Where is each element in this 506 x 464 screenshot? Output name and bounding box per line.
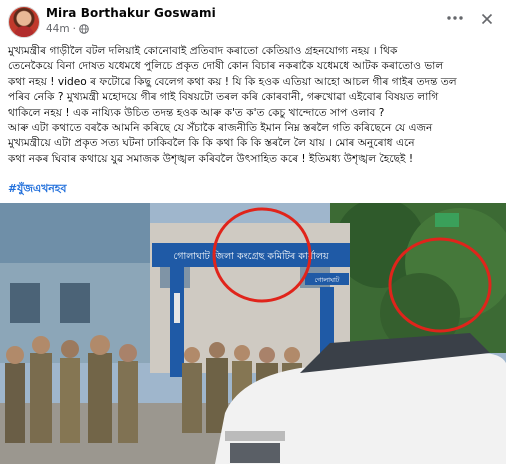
more-horizontal-icon: [447, 16, 463, 20]
post-text: মুখ্যমন্ত্ৰীৰ গাড়ীলৈ বটল দলিয়াই কোনোবা…: [8, 44, 500, 167]
meta-separator: ·: [72, 23, 76, 35]
small-sign-text: গোলাঘাট: [315, 275, 340, 284]
globe-icon: [79, 24, 89, 34]
close-icon: [481, 13, 493, 25]
post-text-line: মুখ্যমন্ত্ৰীৰ গাড়ীলৈ বটল দলিয়াই কোনোবা…: [8, 45, 398, 57]
post-text-line: পৰিব নেকি ? মুখ্যমন্ত্ৰী মহোদয়ে গীৰ গাই…: [8, 91, 439, 104]
flag: [435, 213, 459, 227]
post-text-line: তেনেকৈয়ে বিনা দোষত যধেমধে পুলিচে প্ৰকৃত…: [8, 60, 444, 73]
gate-sign-text: গোলাঘাট জিলা কংগ্ৰেছ কমিটিৰ কাৰ্যালয়: [173, 249, 330, 262]
hashtag-link[interactable]: #যুঁজএখনহব: [8, 180, 66, 199]
author-name[interactable]: Mira Borthakur Goswami: [46, 6, 216, 20]
post-photo[interactable]: গোলাঘাট জিলা কংগ্ৰেছ কমিটিৰ কাৰ্যালয় গো…: [0, 203, 506, 464]
post-time[interactable]: 44m: [46, 23, 70, 35]
photo-scene: গোলাঘাট জিলা কংগ্ৰেছ কমিটিৰ কাৰ্যালয় গো…: [0, 203, 506, 464]
post-header: Mira Borthakur Goswami 44m ·: [0, 0, 506, 40]
close-button[interactable]: [478, 10, 496, 28]
post-text-line: আৰু এটা কথাতে বৰকৈ আমনি কৰিছে যে সঁচাকৈ …: [8, 122, 433, 135]
more-options-button[interactable]: [444, 10, 466, 26]
post-text-line: কথা নকৰ ঘিবাৰ কথায়ে যুৱ সমাজক উশৃঙ্খল ক…: [8, 152, 414, 165]
post-text-line: কথা নহয় ! video ৰ ফটোৱে কিছু বেলেগ কথা …: [8, 75, 457, 88]
left-building: [0, 203, 150, 273]
post-meta: 44m ·: [46, 23, 89, 35]
post-text-line: থাকিলে নহয় ! এক নায্যিক উচিত তদন্ত হওক …: [8, 106, 385, 119]
post-text-line: মুখ্যমন্ত্ৰীয়ে এটা প্ৰকৃত সত্য ঘটনা ঢাক…: [8, 137, 415, 150]
avatar[interactable]: [8, 6, 40, 38]
